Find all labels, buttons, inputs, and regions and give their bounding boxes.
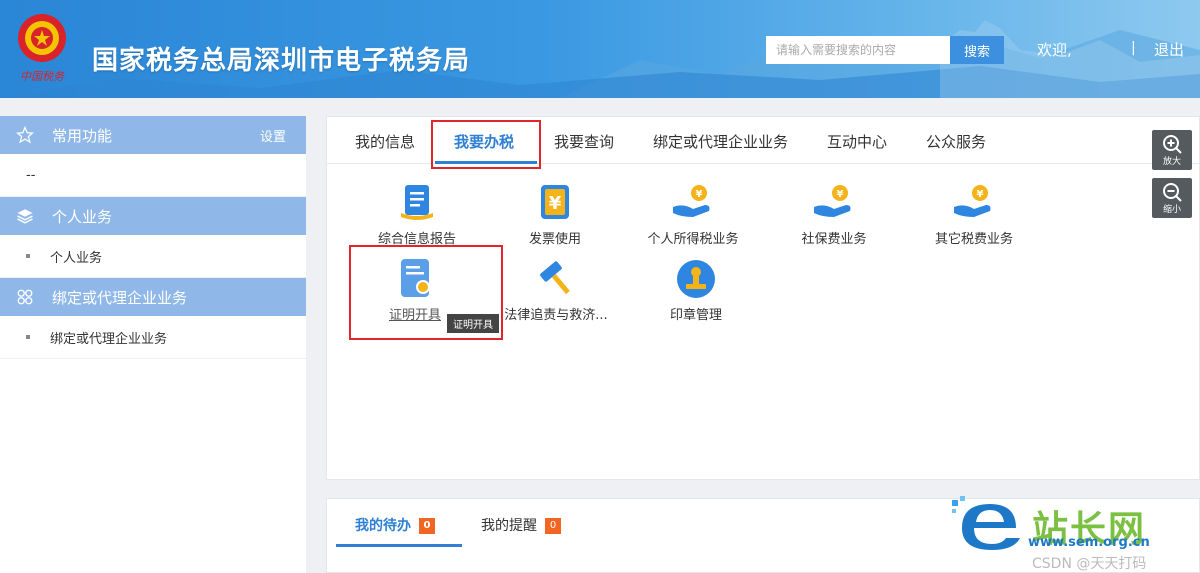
- header-separator: |: [1131, 40, 1136, 56]
- tab-query[interactable]: 我要查询: [554, 131, 614, 152]
- zoom-out-icon: [1163, 182, 1182, 202]
- sidebar-item-label: 个人业务: [50, 250, 103, 266]
- app-label: 发票使用: [528, 232, 581, 247]
- emblem-logotype: 中国税务: [20, 70, 65, 83]
- grid-icon: [14, 286, 36, 308]
- tab-enterprise[interactable]: 绑定或代理企业业务: [653, 131, 788, 152]
- bullet-icon: [26, 254, 30, 258]
- sidebar-section-enterprise[interactable]: 绑定或代理企业业务: [0, 278, 306, 316]
- hand-coin-icon: ¥: [812, 183, 856, 223]
- sidebar-section-label: 绑定或代理企业业务: [52, 288, 188, 307]
- app-other-tax[interactable]: ¥ 其它税费业务: [929, 183, 1019, 247]
- app-legal-remedy[interactable]: 法律追责与救济...: [501, 259, 611, 323]
- zoom-out-label: 缩小: [1162, 204, 1181, 215]
- sidebar-item-empty: --: [0, 154, 306, 197]
- app-label: 个人所得税业务: [647, 232, 739, 247]
- watermark-logo-icon: [952, 496, 1020, 550]
- app-seal-management[interactable]: 印章管理: [661, 259, 731, 323]
- svg-text:¥: ¥: [549, 193, 562, 214]
- active-tab-indicator: [336, 544, 462, 547]
- zoom-in-label: 放大: [1162, 156, 1181, 167]
- gavel-icon: [534, 259, 578, 299]
- svg-text:¥: ¥: [837, 189, 844, 200]
- zoom-in-button[interactable]: 放大: [1152, 130, 1192, 170]
- report-icon: [395, 183, 439, 223]
- tab-label: 我的提醒: [481, 518, 537, 534]
- settings-link[interactable]: 设置: [260, 126, 286, 145]
- highlight-box-tab: [431, 120, 541, 169]
- sidebar-item-label: 绑定或代理企业业务: [50, 331, 168, 347]
- count-badge: 0: [545, 518, 561, 534]
- main-panel: 我的信息 我要办税 我要查询 绑定或代理企业业务 互动中心 公众服务 综合信息报…: [326, 116, 1200, 480]
- tab-interaction[interactable]: 互动中心: [827, 131, 887, 152]
- welcome-text: 欢迎,: [1037, 41, 1072, 59]
- tab-my-todo[interactable]: 我的待办 0: [355, 515, 435, 535]
- stamp-icon: [674, 259, 718, 299]
- site-title: 国家税务总局深圳市电子税务局: [92, 46, 471, 76]
- layers-icon: [14, 205, 36, 227]
- svg-text:¥: ¥: [696, 189, 703, 200]
- app-invoice[interactable]: ¥ 发票使用: [519, 183, 591, 247]
- hand-coin-icon: ¥: [671, 183, 715, 223]
- sidebar-section-common[interactable]: 常用功能 设置: [0, 116, 306, 154]
- count-badge: 0: [419, 518, 435, 534]
- tab-my-info[interactable]: 我的信息: [355, 131, 415, 152]
- logout-link[interactable]: 退出: [1154, 39, 1184, 60]
- watermark-url: www.sem.org.cn: [1028, 535, 1150, 550]
- bullet-icon: [26, 335, 30, 339]
- zoom-out-button[interactable]: 缩小: [1152, 178, 1192, 218]
- sidebar-section-personal[interactable]: 个人业务: [0, 197, 306, 235]
- header-banner: 中国税务 国家税务总局深圳市电子税务局 搜索 欢迎, | 退出: [0, 0, 1200, 98]
- app-personal-income-tax[interactable]: ¥ 个人所得税业务: [643, 183, 743, 247]
- tab-public-service[interactable]: 公众服务: [926, 131, 986, 152]
- app-label: 印章管理: [669, 308, 722, 323]
- sidebar-section-label: 常用功能: [52, 126, 113, 145]
- invoice-icon: ¥: [533, 183, 577, 223]
- hand-coin-icon: ¥: [952, 183, 996, 223]
- app-label: 法律追责与救济...: [504, 308, 608, 323]
- sidebar-section-label: 个人业务: [52, 207, 113, 226]
- app-info-report[interactable]: 综合信息报告: [369, 183, 465, 247]
- sidebar-item-enterprise[interactable]: 绑定或代理企业业务: [0, 316, 306, 359]
- app-label: 其它税费业务: [934, 232, 1013, 247]
- app-label: 社保费业务: [801, 232, 867, 247]
- tax-emblem-icon: 中国税务: [18, 14, 66, 83]
- search-input[interactable]: [766, 36, 950, 64]
- tab-my-reminder[interactable]: 我的提醒 0: [481, 515, 561, 535]
- search-button[interactable]: 搜索: [950, 36, 1004, 64]
- sidebar: 常用功能 设置 -- 个人业务 个人业务 绑定或代理企业业务 绑定或代理企业业务: [0, 116, 306, 573]
- zoom-in-icon: [1163, 134, 1182, 154]
- watermark-csdn: CSDN @天天打码: [1032, 556, 1147, 572]
- svg-text:¥: ¥: [977, 189, 984, 200]
- sidebar-item-personal[interactable]: 个人业务: [0, 235, 306, 278]
- star-icon: [14, 124, 36, 146]
- tooltip: 证明开具: [447, 314, 499, 333]
- tab-label: 我的待办: [355, 518, 411, 534]
- app-social-security[interactable]: ¥ 社保费业务: [793, 183, 875, 247]
